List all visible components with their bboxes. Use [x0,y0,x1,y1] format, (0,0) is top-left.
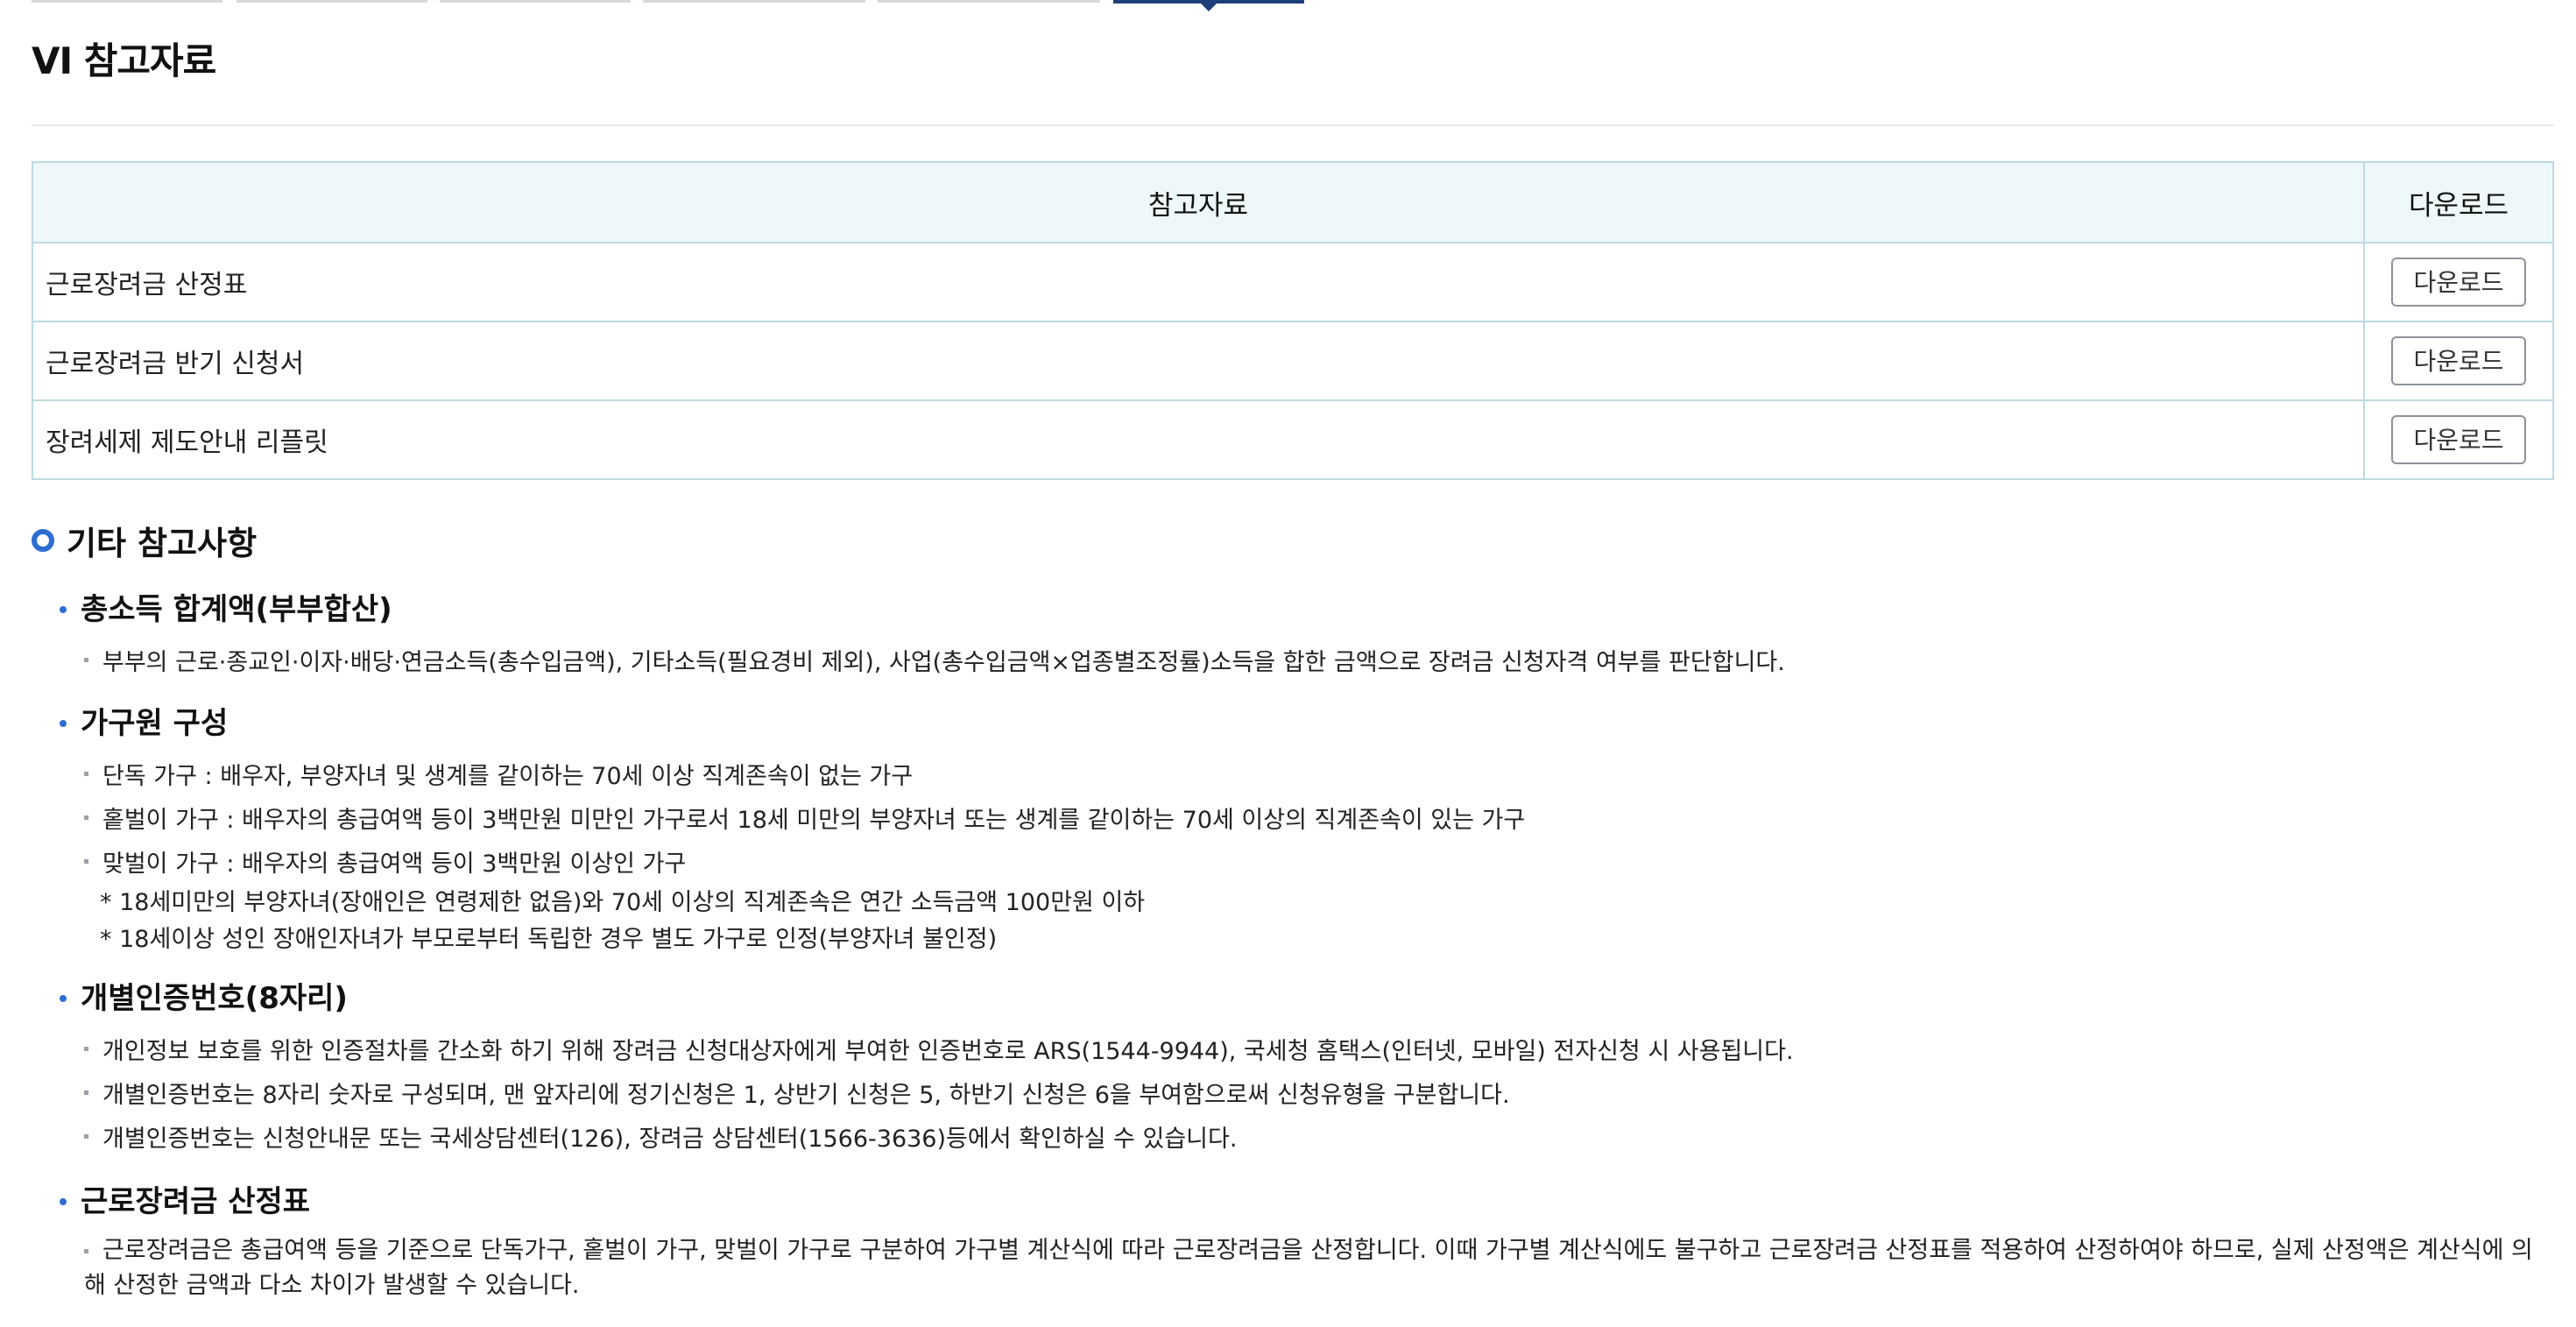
group-heading: 가구원 구성 [60,699,228,742]
download-button[interactable]: 다운로드 [2391,258,2526,307]
list-item-text: 맞벌이 가구 : 배우자의 총급여액 등이 3백만원 이상인 가구 [102,851,687,878]
tab-3[interactable] [440,0,631,3]
tab-4[interactable] [643,0,865,3]
table-row: 근로장려금 산정표 다운로드 [32,242,2554,322]
list-item: 부부의 근로·종교인·이자·배당·연금소득(총수입금액), 기타소득(필요경비 … [84,643,1785,677]
square-bullet-icon [84,859,88,864]
list-item-text: 근로장려금은 총급여액 등을 기준으로 단독가구, 홑벌이 가구, 맞벌이 가구… [84,1237,2533,1299]
square-bullet-icon [84,1047,88,1051]
group-heading-text: 가구원 구성 [81,706,229,741]
list-item-text: 단독 가구 : 배우자, 부양자녀 및 생계를 같이하는 70세 이상 직계존속… [102,763,914,790]
column-header-references: 참고자료 [32,161,2365,244]
group-heading-text: 개별인증번호(8자리) [81,981,348,1016]
page-title: VI 참고자료 [32,39,216,82]
list-item: 맞벌이 가구 : 배우자의 총급여액 등이 3백만원 이상인 가구 [84,844,686,879]
footnote: * 18세이상 성인 장애인자녀가 부모로부터 독립한 경우 별도 가구로 인정… [100,926,998,953]
download-cell: 다운로드 [2363,321,2554,401]
list-item: 홑벌이 가구 : 배우자의 총급여액 등이 3백만원 미만인 가구로서 18세 … [84,801,1525,835]
square-bullet-icon [84,658,88,662]
section-title: 기타 참고사항 [32,517,257,564]
download-button[interactable]: 다운로드 [2391,415,2526,464]
square-bullet-icon [84,1249,88,1253]
group-heading: 총소득 합계액(부부합산) [60,585,392,628]
table-row: 근로장려금 반기 신청서 다운로드 [32,321,2554,401]
circle-bullet-icon [32,529,54,552]
download-cell: 다운로드 [2363,399,2554,480]
list-item-text: 홑벌이 가구 : 배우자의 총급여액 등이 3백만원 미만인 가구로서 18세 … [102,807,1526,834]
group-heading: 근로장려금 산정표 [60,1177,310,1220]
list-item: 근로장려금은 총급여액 등을 기준으로 단독가구, 홑벌이 가구, 맞벌이 가구… [84,1233,2554,1303]
table-header-row: 참고자료 다운로드 [32,161,2554,244]
list-item: 개별인증번호는 신청안내문 또는 국세상담센터(126), 장려금 상담센터(1… [84,1119,1237,1154]
footnote: * 18세미만의 부양자녀(장애인은 연령제한 없음)와 70세 이상의 직계존… [100,889,1146,916]
reference-table: 참고자료 다운로드 근로장려금 산정표 다운로드 근로장려금 반기 신청서 다운… [32,161,2554,480]
list-item-text: 부부의 근로·종교인·이자·배당·연금소득(총수입금액), 기타소득(필요경비 … [102,649,1785,676]
list-item: 개인정보 보호를 위한 인증절차를 간소화 하기 위해 장려금 신청대상자에게 … [84,1032,1794,1066]
tab-references-active[interactable] [1113,0,1304,11]
group-heading-text: 근로장려금 산정표 [81,1184,311,1219]
download-button[interactable]: 다운로드 [2391,336,2526,385]
tab-2[interactable] [236,0,427,3]
dot-bullet-icon [60,1197,67,1205]
section-title-text: 기타 참고사항 [67,525,258,562]
list-item-text: 개별인증번호는 신청안내문 또는 국세상담센터(126), 장려금 상담센터(1… [102,1126,1238,1153]
square-bullet-icon [84,1134,88,1139]
list-item-text: 개별인증번호는 8자리 숫자로 구성되며, 맨 앞자리에 정기신청은 1, 상반… [102,1082,1510,1109]
group-heading-text: 총소득 합계액(부부합산) [81,592,392,627]
list-item: 단독 가구 : 배우자, 부양자녀 및 생계를 같이하는 70세 이상 직계존속… [84,757,913,791]
tab-1[interactable] [32,0,222,3]
group-heading: 개별인증번호(8자리) [60,974,348,1017]
tab-5[interactable] [878,0,1100,3]
title-divider [32,124,2554,126]
dot-bullet-icon [60,994,67,1002]
dot-bullet-icon [60,605,67,613]
reference-name: 장려세제 제도안내 리플릿 [32,399,2365,480]
dot-bullet-icon [60,719,67,727]
active-tab-caret-icon [1199,2,1218,11]
table-row: 장려세제 제도안내 리플릿 다운로드 [32,399,2554,480]
reference-name: 근로장려금 반기 신청서 [32,321,2365,401]
download-cell: 다운로드 [2363,242,2554,322]
column-header-download: 다운로드 [2363,161,2554,244]
reference-name: 근로장려금 산정표 [32,242,2365,322]
square-bullet-icon [84,815,88,820]
square-bullet-icon [84,772,88,776]
square-bullet-icon [84,1091,88,1095]
list-item: 개별인증번호는 8자리 숫자로 구성되며, 맨 앞자리에 정기신청은 1, 상반… [84,1076,1510,1110]
list-item-text: 개인정보 보호를 위한 인증절차를 간소화 하기 위해 장려금 신청대상자에게 … [102,1038,1794,1065]
